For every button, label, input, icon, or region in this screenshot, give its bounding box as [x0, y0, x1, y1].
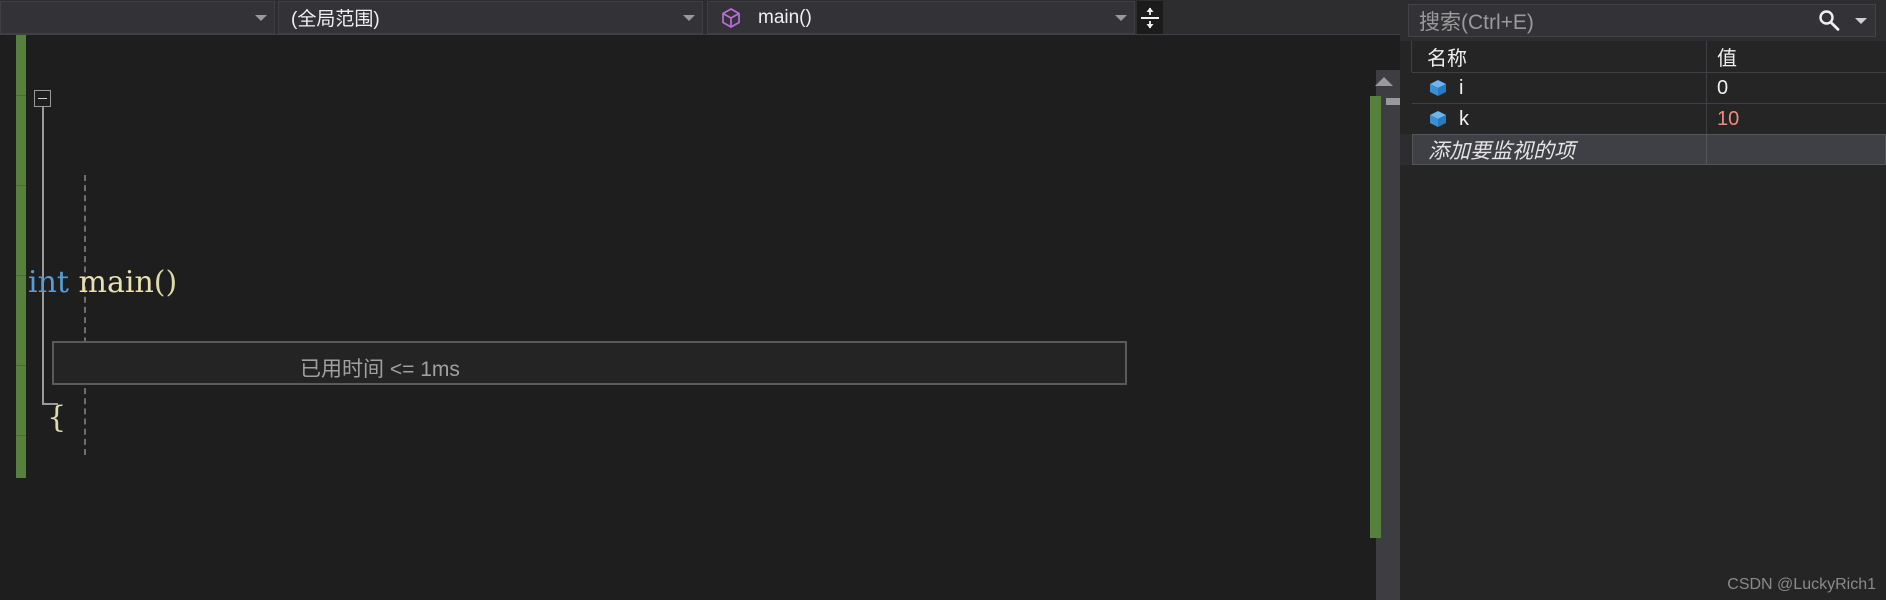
watch-row-value-cell[interactable]: 0 — [1707, 72, 1886, 103]
member-selector-combobox[interactable]: main() — [707, 1, 1135, 34]
watch-row-name-cell[interactable]: i — [1412, 72, 1707, 103]
code-line-3: { — [28, 395, 311, 440]
editor-navigation-bar: (全局范围) main() — [0, 0, 1400, 35]
add-watch-row[interactable]: 添加要监视的项 — [1400, 134, 1886, 165]
token-brace-open: { — [47, 400, 67, 435]
chevron-up-icon[interactable] — [1368, 70, 1400, 92]
current-statement-highlight — [52, 341, 1127, 385]
code-text[interactable]: int main() { //test3(); int i = int(); i… — [28, 35, 311, 600]
watch-row-value-cell[interactable]: 10 — [1707, 103, 1886, 134]
visual-studio-debug-view: (全局范围) main() int main() {已用时间 <= 1ms 搜… — [0, 0, 1886, 600]
watch-toolbar: 搜索(Ctrl+E) — [1400, 0, 1886, 41]
watch-variable-value: 0 — [1717, 76, 1729, 99]
scrollbar-change-marker — [1370, 96, 1381, 538]
token-function-main: main — [78, 265, 154, 300]
watch-grid-header: 名称 值 — [1400, 41, 1886, 72]
column-header-value[interactable]: 值 — [1707, 41, 1886, 72]
token-paren-close: ) — [165, 265, 178, 300]
watch-window-pane: 搜索(Ctrl+E) 名称 值 i 0 k 10 添加要监视的项 CSDN @L… — [1400, 0, 1886, 600]
add-watch-name-cell[interactable]: 添加要监视的项 — [1412, 134, 1707, 165]
watch-variables-grid[interactable]: 名称 值 i 0 k 10 添加要监视的项 — [1400, 41, 1886, 600]
search-placeholder: 搜索(Ctrl+E) — [1419, 10, 1534, 34]
chevron-down-icon[interactable] — [248, 14, 274, 21]
elapsed-time-annotation: 已用时间 <= 1ms — [300, 358, 460, 381]
watch-variable-name: i — [1459, 76, 1464, 99]
watch-variable-name: k — [1459, 107, 1469, 130]
add-watch-value-cell[interactable] — [1707, 134, 1886, 165]
change-tracking-bar — [16, 35, 26, 478]
column-header-name[interactable]: 名称 — [1412, 41, 1707, 72]
watch-row-name-cell[interactable]: k — [1412, 103, 1707, 134]
editor-vertical-scrollbar[interactable] — [1368, 70, 1400, 600]
split-window-icon[interactable] — [1137, 1, 1163, 34]
code-line-2: int main() — [28, 260, 311, 305]
variable-cube-icon — [1427, 108, 1451, 130]
member-selector-value: main() — [758, 6, 812, 28]
chevron-down-icon[interactable] — [1847, 17, 1875, 24]
token-type-int: int — [28, 265, 69, 300]
header-gutter — [1400, 41, 1412, 72]
scope-selector-value: (全局范围) — [291, 9, 380, 30]
watermark-text: CSDN @LuckyRich1 — [1727, 576, 1876, 593]
table-row[interactable]: i 0 — [1400, 72, 1886, 103]
row-gutter — [1400, 72, 1412, 103]
table-row[interactable]: k 10 — [1400, 103, 1886, 134]
watch-variable-value: 10 — [1717, 107, 1740, 130]
row-gutter — [1400, 103, 1412, 134]
code-editor-pane: (全局范围) main() int main() {已用时间 <= 1ms — [0, 0, 1400, 600]
project-selector-combobox[interactable] — [0, 1, 275, 34]
token-paren-open: ( — [153, 265, 166, 300]
scope-selector-combobox[interactable]: (全局范围) — [278, 1, 703, 34]
chevron-down-icon[interactable] — [1108, 14, 1134, 21]
row-gutter — [1400, 134, 1412, 165]
scrollbar-thumb[interactable] — [1386, 98, 1400, 105]
variable-cube-icon — [1427, 77, 1451, 99]
editor-text-surface[interactable]: int main() { //test3(); int i = int(); i… — [0, 35, 1400, 600]
chevron-down-icon[interactable] — [676, 14, 702, 21]
method-cube-icon — [716, 6, 746, 30]
search-input[interactable]: 搜索(Ctrl+E) — [1408, 4, 1876, 37]
add-watch-placeholder: 添加要监视的项 — [1428, 139, 1575, 163]
search-icon[interactable] — [1811, 7, 1847, 35]
